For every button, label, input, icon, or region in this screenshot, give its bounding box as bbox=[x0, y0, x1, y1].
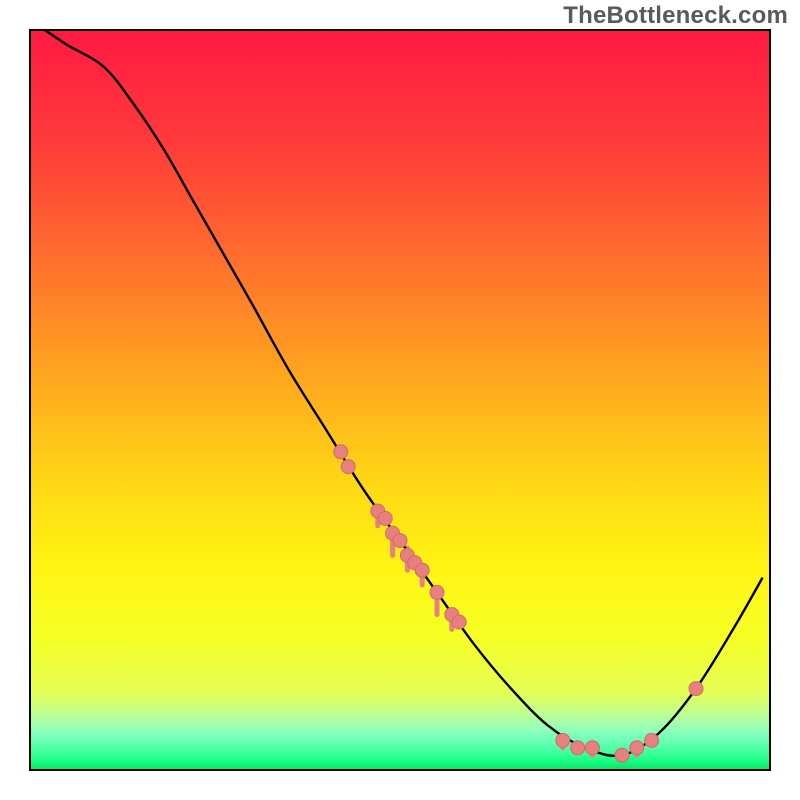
data-point bbox=[334, 445, 348, 459]
gradient-background bbox=[30, 30, 770, 770]
data-point bbox=[615, 748, 629, 762]
data-point bbox=[585, 741, 599, 755]
data-point bbox=[556, 733, 570, 747]
data-point bbox=[415, 563, 429, 577]
data-point bbox=[341, 460, 355, 474]
data-point bbox=[393, 534, 407, 548]
watermark-label: TheBottleneck.com bbox=[563, 2, 788, 30]
data-point bbox=[689, 682, 703, 696]
data-point bbox=[378, 511, 392, 525]
data-point bbox=[452, 615, 466, 629]
plot-area bbox=[30, 30, 770, 770]
data-point bbox=[645, 733, 659, 747]
chart-container: TheBottleneck.com bbox=[0, 0, 800, 800]
data-point bbox=[571, 741, 585, 755]
bottleneck-curve-chart bbox=[0, 0, 800, 800]
data-point bbox=[630, 741, 644, 755]
data-point bbox=[430, 585, 444, 599]
